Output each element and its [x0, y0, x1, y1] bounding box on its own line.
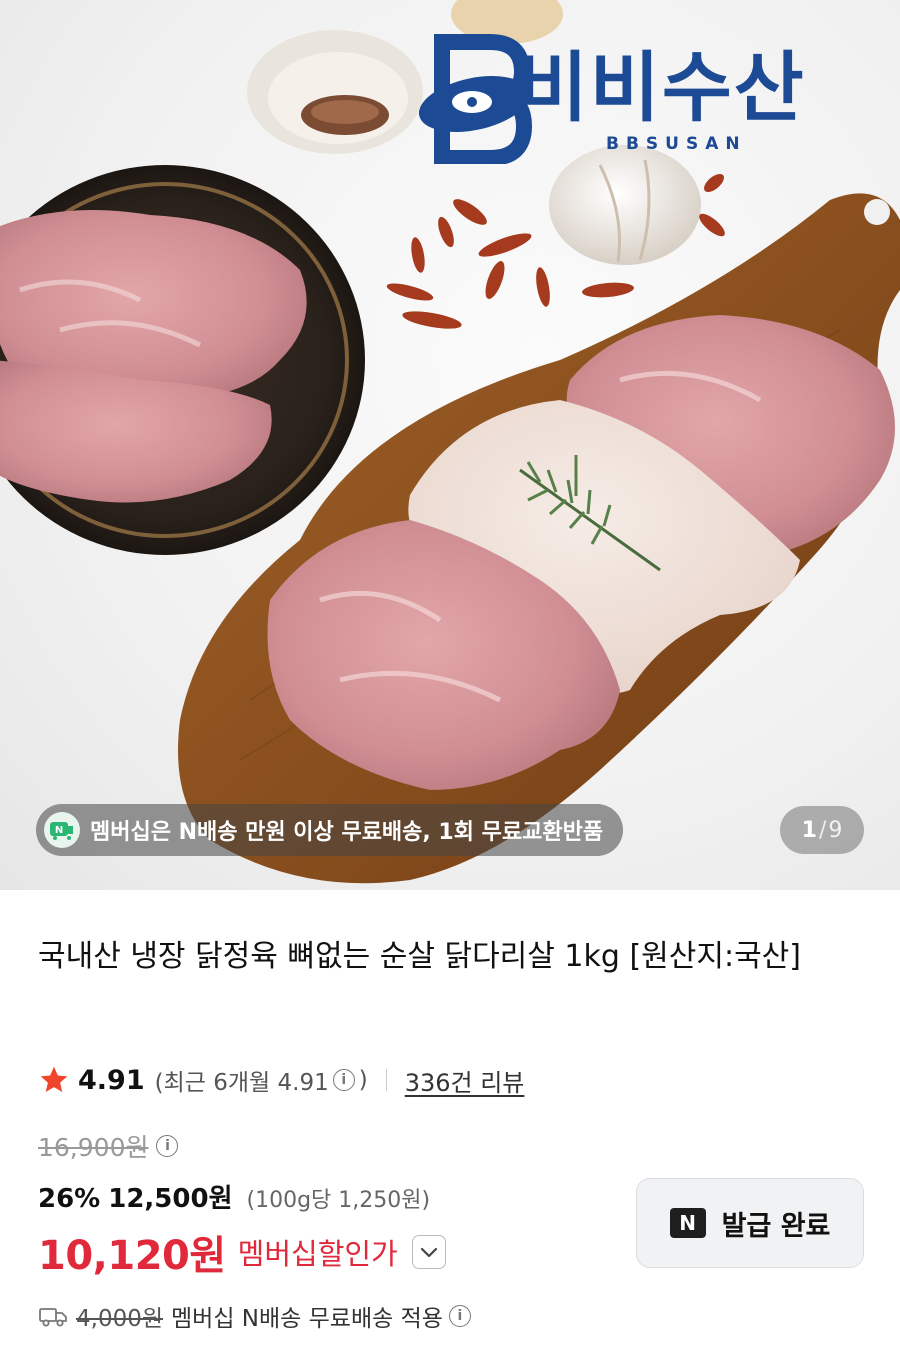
member-price: 10,120원 [38, 1233, 226, 1279]
naver-n-icon: N [669, 1208, 706, 1238]
member-price-row: 10,120원 멤버십할인가 [38, 1224, 446, 1280]
rating-score: 4.91 [78, 1064, 145, 1096]
membership-promo-banner[interactable]: N 멤버십은 N배송 만원 이상 무료배송, 1회 무료교환반품 [36, 804, 624, 856]
divider [385, 1069, 387, 1091]
rating-row: 4.91 (최근 6개월 4.91 i ) 336건 리뷰 [38, 1060, 524, 1100]
truck-icon [39, 1308, 67, 1327]
price-info-icon[interactable]: i [156, 1135, 179, 1157]
n-delivery-icon: N [44, 812, 80, 848]
sale-price-row: 26% 12,500원 (100g당 1,250원) [38, 1178, 430, 1218]
review-count-link[interactable]: 336건 리뷰 [405, 1063, 525, 1098]
svg-text:N: N [55, 825, 63, 836]
shipping-fee: 4,000원 [76, 1306, 164, 1332]
rating-recent-close: ) [358, 1067, 368, 1093]
shipping-text: 멤버십 N배송 무료배송 적용 [171, 1306, 443, 1332]
info-icon[interactable]: i [332, 1069, 355, 1091]
member-price-label: 멤버십할인가 [237, 1237, 398, 1271]
brand-subtitle: BBSUSAN [606, 134, 747, 154]
promo-text: 멤버십은 N배송 만원 이상 무료배송, 1회 무료교환반품 [90, 820, 604, 845]
coupon-label: 발급 완료 [721, 1210, 831, 1242]
brand-name: 비비수산 [518, 43, 806, 132]
coupon-issued-button[interactable]: N 발급 완료 [636, 1178, 864, 1268]
rating-recent: (최근 6개월 4.91 [154, 1070, 329, 1096]
star-icon [40, 1066, 68, 1092]
page-total: 9 [828, 817, 843, 843]
shipping-info-icon[interactable]: i [448, 1305, 471, 1327]
expand-price-button[interactable] [411, 1235, 446, 1269]
shipping-row: 4,000원 멤버십 N배송 무료배송 적용 i [38, 1298, 475, 1334]
image-page-counter: 1 / 9 [780, 806, 864, 854]
page-current: 1 [801, 817, 817, 843]
discount-rate: 26% [38, 1184, 101, 1214]
unit-price: (100g당 1,250원) [246, 1188, 431, 1213]
original-price: 16,900원 [38, 1133, 149, 1162]
sale-price: 12,500원 [108, 1184, 233, 1214]
chevron-down-icon [420, 1247, 437, 1258]
page-separator: / [818, 817, 827, 843]
product-image-carousel[interactable]: 비비수산 BBSUSAN N 멤버십은 N배송 만원 이상 무료배송, 1회 무… [0, 0, 900, 890]
product-title: 국내산 냉장 닭정육 뼈없는 순살 닭다리살 1kg [원산지:국산] [38, 939, 801, 974]
original-price-row: 16,900원 i [38, 1128, 182, 1164]
